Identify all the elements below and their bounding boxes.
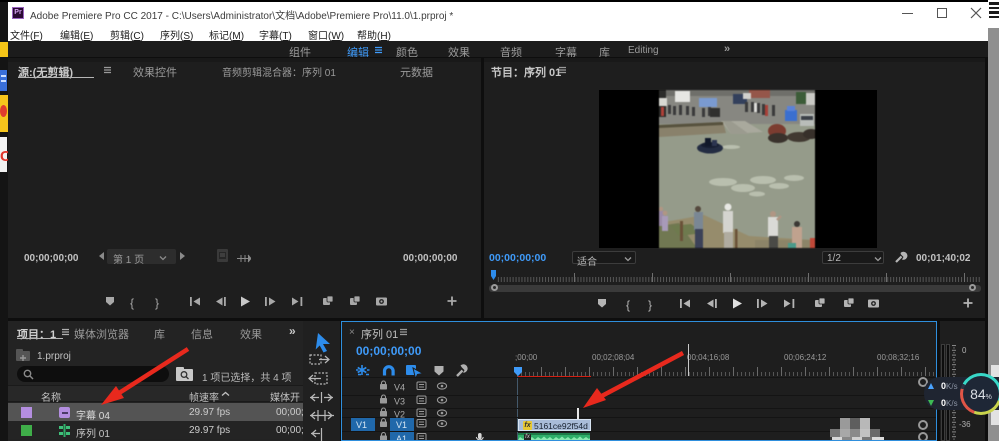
svg-text:}: }: [648, 298, 652, 312]
svg-text:}: }: [155, 296, 159, 310]
svg-text:V1: V1: [356, 420, 367, 430]
svg-text:A1: A1: [396, 434, 407, 441]
svg-text:{: {: [626, 298, 630, 312]
svg-text:V3: V3: [394, 397, 405, 407]
svg-text:{: {: [130, 296, 134, 310]
svg-text:V1: V1: [396, 420, 407, 430]
svg-text:V4: V4: [394, 383, 405, 393]
